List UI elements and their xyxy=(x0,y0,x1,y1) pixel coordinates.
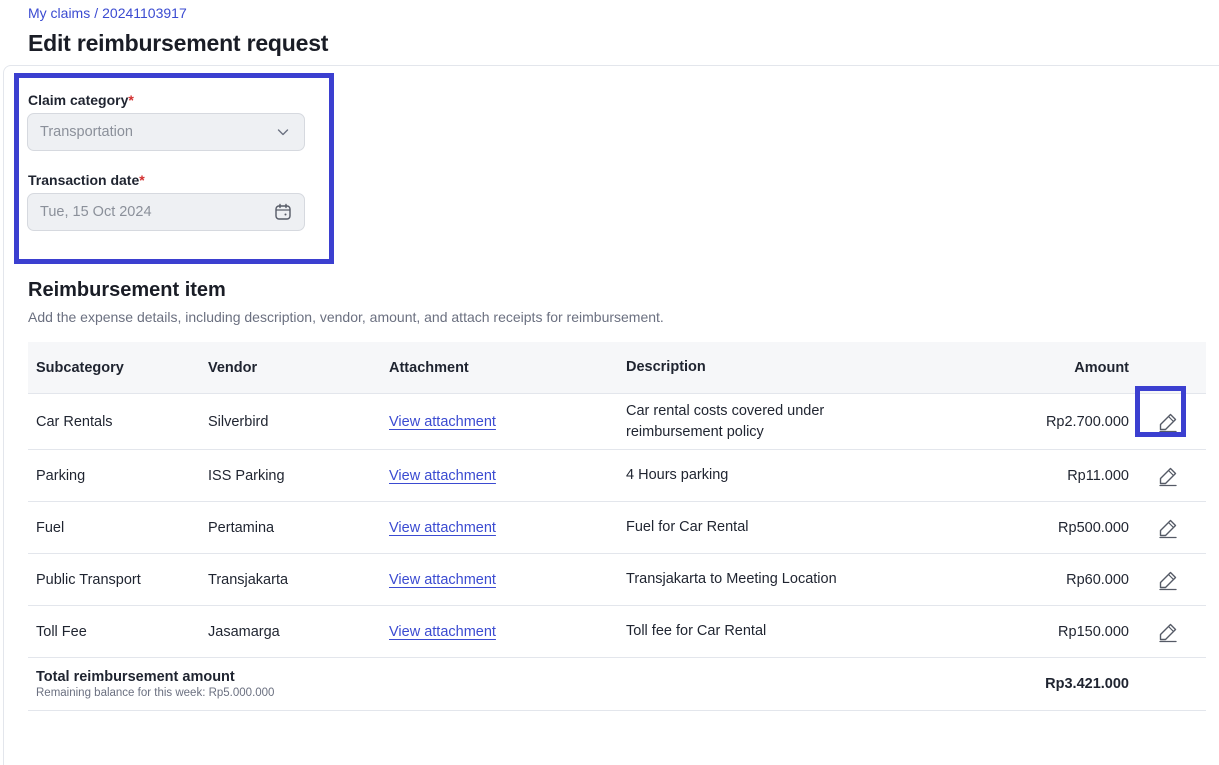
total-label: Total reimbursement amount xyxy=(36,669,235,685)
calendar-icon[interactable] xyxy=(274,203,292,221)
edit-item-button[interactable] xyxy=(1156,620,1180,644)
row-subcategory: Parking xyxy=(36,467,86,484)
table-row: Toll Fee Jasamarga View attachment Toll … xyxy=(28,606,1206,658)
row-subcategory: Fuel xyxy=(36,519,65,536)
claim-category-label-text: Claim category xyxy=(28,92,129,108)
header-amount: Amount xyxy=(1074,359,1129,376)
row-amount: Rp500.000 xyxy=(1058,519,1129,536)
row-subcategory: Toll Fee xyxy=(36,623,87,640)
page-header: My claims/20241103917 Edit reimbursement… xyxy=(28,4,1208,57)
breadcrumb-my-claims[interactable]: My claims xyxy=(28,5,90,21)
claim-category-value: Transportation xyxy=(40,124,133,140)
claim-category-label: Claim category* xyxy=(28,92,134,108)
row-amount: Rp11.000 xyxy=(1067,467,1129,484)
row-amount: Rp60.000 xyxy=(1066,571,1129,588)
header-description: Description xyxy=(626,359,706,375)
row-vendor: Transjakarta xyxy=(208,571,289,588)
transaction-date-label: Transaction date* xyxy=(28,172,145,188)
claim-category-select[interactable]: Transportation xyxy=(27,113,305,151)
reimbursement-table: Subcategory Vendor Attachment Descriptio… xyxy=(28,342,1206,711)
row-description: Car rental costs covered under reimburse… xyxy=(626,402,825,440)
required-mark: * xyxy=(139,172,145,188)
table-row: Public Transport Transjakarta View attac… xyxy=(28,554,1206,606)
table-row: Fuel Pertamina View attachment Fuel for … xyxy=(28,502,1206,554)
view-attachment-link[interactable]: View attachment xyxy=(389,624,496,640)
row-vendor: Pertamina xyxy=(208,519,275,536)
header-subcategory: Subcategory xyxy=(36,359,124,376)
pencil-icon xyxy=(1158,623,1177,642)
view-attachment-link[interactable]: View attachment xyxy=(389,520,496,536)
view-attachment-link[interactable]: View attachment xyxy=(389,468,496,484)
row-vendor: ISS Parking xyxy=(208,467,285,484)
page-title: Edit reimbursement request xyxy=(28,30,329,56)
chevron-down-icon xyxy=(274,123,292,141)
header-attachment: Attachment xyxy=(389,359,469,376)
row-vendor: Silverbird xyxy=(208,413,269,430)
pencil-icon xyxy=(1158,519,1177,538)
breadcrumb-current: 20241103917 xyxy=(102,5,187,21)
view-attachment-link[interactable]: View attachment xyxy=(389,414,496,430)
row-description: Toll fee for Car Rental xyxy=(626,623,767,639)
row-subcategory: Car Rentals xyxy=(36,413,113,430)
total-amount: Rp3.421.000 xyxy=(1045,676,1129,692)
required-mark: * xyxy=(128,92,134,108)
edit-highlight xyxy=(1135,385,1186,437)
pencil-icon xyxy=(1158,571,1177,590)
row-description: 4 Hours parking xyxy=(626,467,729,483)
row-amount: Rp150.000 xyxy=(1058,623,1129,640)
row-description: Transjakarta to Meeting Location xyxy=(626,571,837,587)
transaction-date-input[interactable]: Tue, 15 Oct 2024 xyxy=(27,193,305,231)
table-row: Parking ISS Parking View attachment 4 Ho… xyxy=(28,450,1206,502)
section-description: Add the expense details, including descr… xyxy=(28,309,664,325)
section-title: Reimbursement item xyxy=(28,279,226,301)
row-description: Fuel for Car Rental xyxy=(626,519,749,535)
row-vendor: Jasamarga xyxy=(208,623,280,640)
view-attachment-link[interactable]: View attachment xyxy=(389,572,496,588)
row-amount: Rp2.700.000 xyxy=(1045,413,1129,430)
edit-item-button[interactable] xyxy=(1156,568,1180,592)
total-row: Total reimbursement amount Remaining bal… xyxy=(28,658,1206,711)
row-subcategory: Public Transport xyxy=(36,571,141,588)
transaction-date-label-text: Transaction date xyxy=(28,172,140,188)
pencil-icon xyxy=(1158,467,1177,486)
breadcrumb: My claims/20241103917 xyxy=(28,4,1208,22)
breadcrumb-separator: / xyxy=(94,5,99,21)
transaction-date-value: Tue, 15 Oct 2024 xyxy=(40,204,152,220)
edit-item-button[interactable] xyxy=(1156,516,1180,540)
header-vendor: Vendor xyxy=(208,359,258,376)
edit-item-button[interactable] xyxy=(1156,464,1180,488)
table-header: Subcategory Vendor Attachment Descriptio… xyxy=(28,342,1206,394)
table-row: Car Rentals Silverbird View attachment C… xyxy=(28,385,1206,450)
remaining-balance: Remaining balance for this week: Rp5.000… xyxy=(36,687,275,699)
